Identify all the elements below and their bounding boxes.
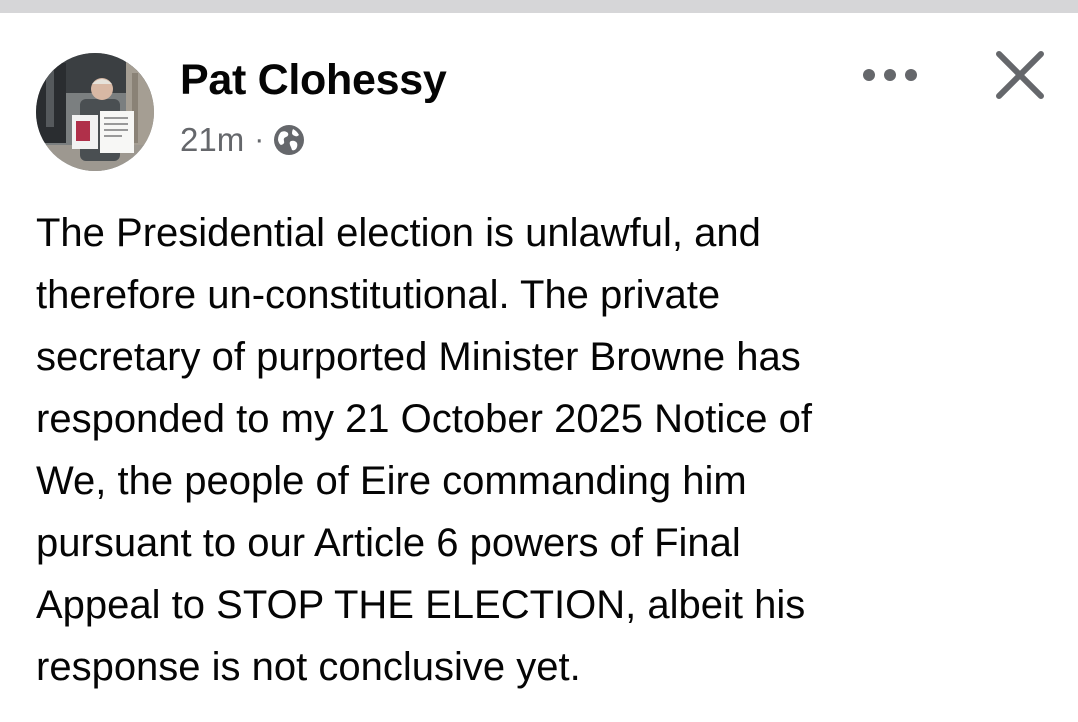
post-timestamp[interactable]: 21m (180, 121, 244, 159)
post-text-line: response is not conclusive yet. (36, 645, 581, 689)
post-text-line: We, the people of Eire commanding him (36, 459, 747, 503)
close-button[interactable] (986, 41, 1054, 109)
post-text-line: Appeal to STOP THE ELECTION, albeit his (36, 583, 806, 627)
post-text-line: The Presidential election is unlawful, a… (36, 211, 761, 255)
more-options-button[interactable] (855, 55, 925, 95)
globe-icon[interactable] (272, 123, 306, 157)
post-body-text: The Presidential election is unlawful, a… (36, 202, 1036, 698)
avatar[interactable] (36, 53, 154, 171)
avatar-photo (36, 53, 154, 171)
post-meta: 21m · (180, 121, 306, 159)
meta-separator: · (254, 123, 265, 156)
close-icon (996, 51, 1044, 99)
post-text-line: pursuant to our Article 6 powers of Fina… (36, 521, 741, 565)
post-text-line: therefore un-constitutional. The private (36, 273, 721, 317)
more-horizontal-icon (863, 69, 917, 81)
window-top-bar (0, 0, 1078, 13)
post-text-line: secretary of purported Minister Browne h… (36, 335, 801, 379)
post-card: Pat Clohessy 21m · The Presidential elec… (0, 13, 1078, 722)
author-name[interactable]: Pat Clohessy (180, 56, 447, 105)
post-text-line: responded to my 21 October 2025 Notice o… (36, 397, 813, 441)
